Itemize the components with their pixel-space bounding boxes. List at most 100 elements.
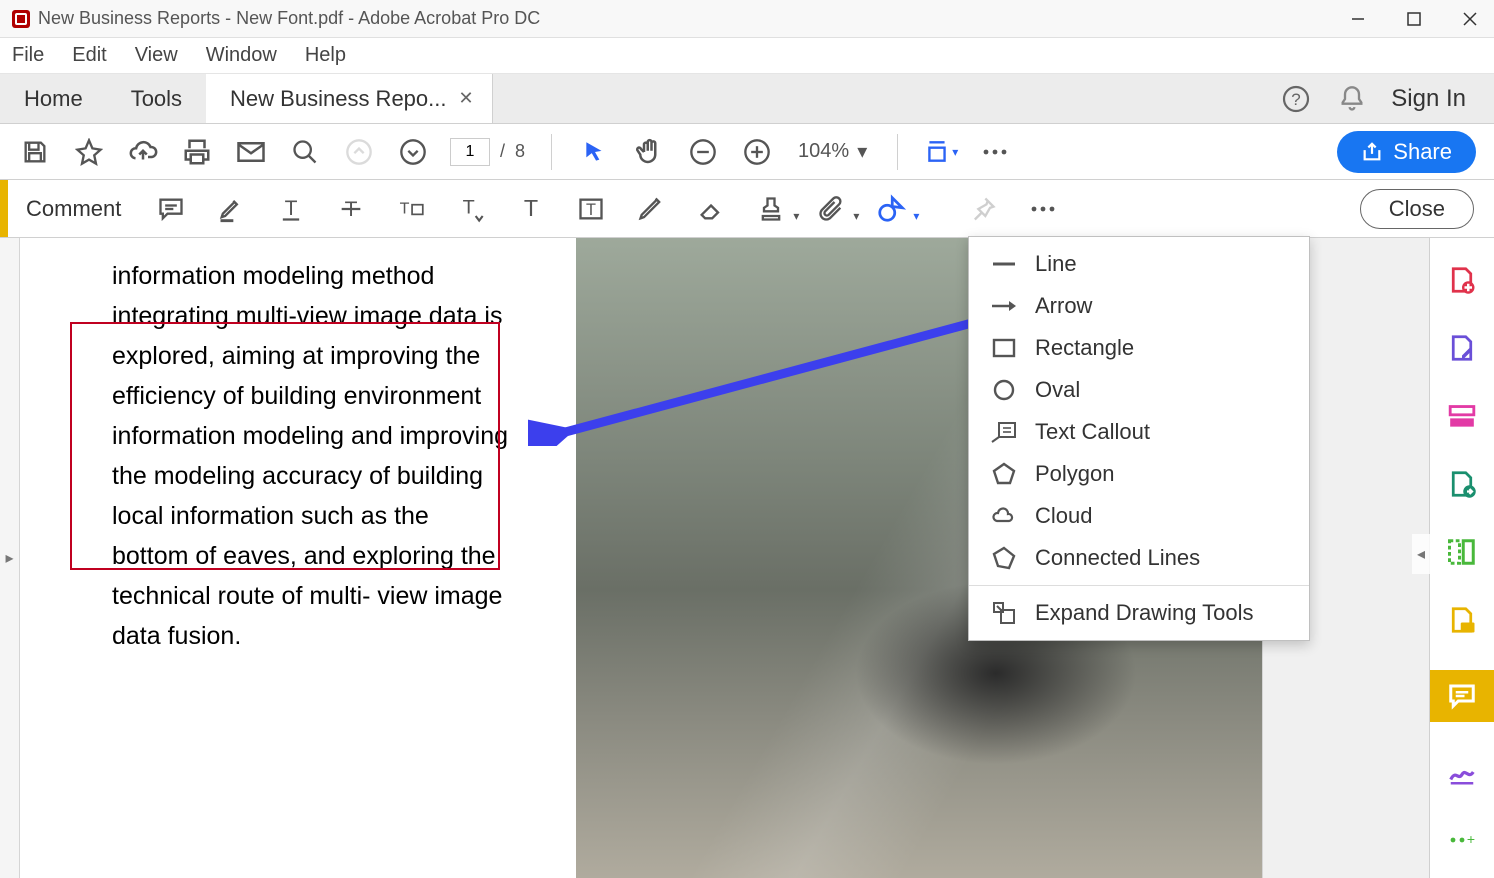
star-icon[interactable] xyxy=(72,135,106,169)
organize-pages-icon[interactable] xyxy=(1444,534,1480,570)
share-button[interactable]: Share xyxy=(1337,131,1476,173)
menu-file[interactable]: File xyxy=(12,44,44,67)
fit-width-icon[interactable]: ▾ xyxy=(924,135,958,169)
page-number-control: / 8 xyxy=(450,138,525,166)
menu-item-line[interactable]: Line xyxy=(969,243,1309,285)
more-comment-tools-icon[interactable] xyxy=(1025,191,1061,227)
close-toolbar-button[interactable]: Close xyxy=(1360,189,1474,229)
expand-left-panel-handle[interactable]: ▸ xyxy=(0,238,20,878)
create-pdf-icon[interactable] xyxy=(1444,262,1480,298)
hand-tool-icon[interactable] xyxy=(632,135,666,169)
zoom-value: 104% xyxy=(798,140,849,163)
eraser-icon[interactable] xyxy=(693,191,729,227)
arrow-shape-icon xyxy=(991,293,1017,319)
zoom-in-icon[interactable] xyxy=(740,135,774,169)
tab-document[interactable]: New Business Repo... ✕ xyxy=(206,74,493,123)
menu-item-oval[interactable]: Oval xyxy=(969,369,1309,411)
tab-document-label: New Business Repo... xyxy=(230,86,446,112)
page-up-icon[interactable] xyxy=(342,135,376,169)
combine-files-icon[interactable] xyxy=(1444,398,1480,434)
menu-window[interactable]: Window xyxy=(206,44,277,67)
replace-text-icon[interactable]: T xyxy=(393,191,429,227)
acrobat-app-icon xyxy=(12,10,30,28)
menu-help[interactable]: Help xyxy=(305,44,346,67)
tab-close-icon[interactable]: ✕ xyxy=(458,88,473,109)
svg-text:?: ? xyxy=(1292,90,1301,109)
minimize-button[interactable] xyxy=(1346,7,1370,31)
line-shape-icon xyxy=(991,251,1017,277)
chevron-down-icon: ▾ xyxy=(857,139,867,164)
tab-home[interactable]: Home xyxy=(0,74,107,123)
text-callout-icon xyxy=(991,419,1017,445)
signin-button[interactable]: Sign In xyxy=(1391,85,1466,113)
rectangle-annotation[interactable] xyxy=(70,322,500,570)
tabbar: Home Tools New Business Repo... ✕ ? Sign… xyxy=(0,74,1494,124)
more-tools-icon[interactable] xyxy=(978,135,1012,169)
collapse-right-panel-handle[interactable]: ◂ xyxy=(1412,534,1430,574)
highlight-icon[interactable] xyxy=(213,191,249,227)
svg-text:T: T xyxy=(463,196,475,218)
arrow-annotation[interactable] xyxy=(528,306,1008,446)
menu-item-rectangle[interactable]: Rectangle xyxy=(969,327,1309,369)
stamp-icon[interactable]: ▾ xyxy=(753,191,789,227)
main-toolbar: / 8 104% ▾ ▾ Share xyxy=(0,124,1494,180)
page-down-icon[interactable] xyxy=(396,135,430,169)
email-icon[interactable] xyxy=(234,135,268,169)
page-separator: / xyxy=(500,141,505,162)
print-icon[interactable] xyxy=(180,135,214,169)
pin-icon[interactable] xyxy=(965,191,1001,227)
svg-text:T: T xyxy=(400,199,410,217)
insert-text-icon[interactable]: T xyxy=(453,191,489,227)
share-icon xyxy=(1361,141,1383,163)
menu-view[interactable]: View xyxy=(135,44,178,67)
menu-edit[interactable]: Edit xyxy=(72,44,106,67)
strikethrough-icon[interactable]: T xyxy=(333,191,369,227)
oval-shape-icon xyxy=(991,377,1017,403)
chevron-down-icon: ▾ xyxy=(913,209,919,223)
send-for-comments-icon[interactable] xyxy=(1444,602,1480,638)
save-icon[interactable] xyxy=(18,135,52,169)
cloud-shape-icon xyxy=(991,503,1017,529)
comment-tool-icon[interactable] xyxy=(1430,670,1494,722)
zoom-select[interactable]: 104% ▾ xyxy=(794,139,871,164)
edit-pdf-icon[interactable] xyxy=(1444,330,1480,366)
chevron-down-icon: ▾ xyxy=(793,209,799,223)
export-pdf-icon[interactable] xyxy=(1444,466,1480,502)
fill-sign-icon[interactable] xyxy=(1444,754,1480,790)
attach-file-icon[interactable]: ▾ xyxy=(813,191,849,227)
page-total: 8 xyxy=(515,141,525,162)
polygon-shape-icon xyxy=(991,461,1017,487)
menu-item-text-callout[interactable]: Text Callout xyxy=(969,411,1309,453)
more-tools-add-icon[interactable]: + xyxy=(1444,822,1480,858)
menu-item-expand-drawing-tools[interactable]: Expand Drawing Tools xyxy=(969,592,1309,634)
svg-text:+: + xyxy=(1467,831,1475,847)
menu-item-polygon[interactable]: Polygon xyxy=(969,453,1309,495)
sticky-note-icon[interactable] xyxy=(153,191,189,227)
maximize-button[interactable] xyxy=(1402,7,1426,31)
close-window-button[interactable] xyxy=(1458,7,1482,31)
notifications-bell-icon[interactable] xyxy=(1335,82,1369,116)
rectangle-shape-icon xyxy=(991,335,1017,361)
menu-item-cloud[interactable]: Cloud xyxy=(969,495,1309,537)
drawing-tools-icon[interactable]: ▾ xyxy=(873,191,909,227)
menu-item-connected-lines[interactable]: Connected Lines xyxy=(969,537,1309,579)
svg-text:T: T xyxy=(586,200,596,218)
comment-toolbar-label: Comment xyxy=(26,196,121,222)
connected-lines-icon xyxy=(991,545,1017,571)
comment-toolbar: Comment T T T T T T ▾ ▾ ▾ Close xyxy=(0,180,1494,238)
tab-tools[interactable]: Tools xyxy=(107,74,206,123)
add-text-comment-icon[interactable]: T xyxy=(513,191,549,227)
chevron-down-icon: ▾ xyxy=(853,209,859,223)
menu-item-arrow[interactable]: Arrow xyxy=(969,285,1309,327)
underline-text-icon[interactable]: T xyxy=(273,191,309,227)
pencil-draw-icon[interactable] xyxy=(633,191,669,227)
search-icon[interactable] xyxy=(288,135,322,169)
help-icon[interactable]: ? xyxy=(1279,82,1313,116)
page-number-input[interactable] xyxy=(450,138,490,166)
text-box-icon[interactable]: T xyxy=(573,191,609,227)
menubar: File Edit View Window Help xyxy=(0,38,1494,74)
selection-tool-icon[interactable] xyxy=(578,135,612,169)
cloud-upload-icon[interactable] xyxy=(126,135,160,169)
zoom-out-icon[interactable] xyxy=(686,135,720,169)
window-titlebar: New Business Reports - New Font.pdf - Ad… xyxy=(0,0,1494,38)
